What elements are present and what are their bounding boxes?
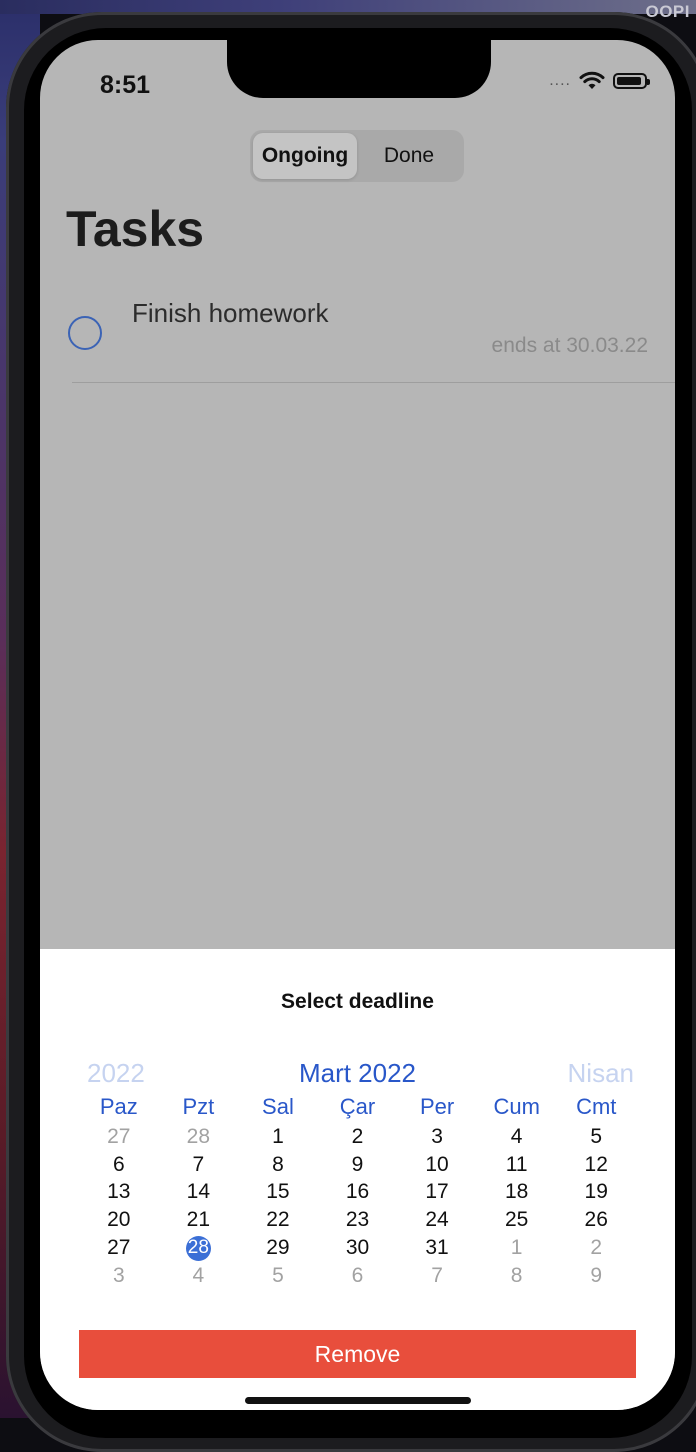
task-title: Finish homework [132,298,329,328]
calendar-day[interactable]: 3 [79,1262,159,1290]
weekday-label: Per [419,1094,455,1119]
wifi-icon [579,71,605,89]
calendar-day[interactable]: 8 [238,1151,318,1179]
weekday-label: Cmt [576,1094,617,1119]
calendar-weekdays: Paz Pzt Sal Çar Per Cum Cmt [79,1094,636,1120]
calendar-day[interactable]: 4 [477,1123,557,1151]
calendar-day[interactable]: 10 [397,1151,477,1179]
calendar-day[interactable]: 22 [238,1206,318,1234]
calendar-day[interactable]: 9 [556,1262,636,1290]
calendar-next-month[interactable]: Nisan [568,1058,634,1089]
calendar-day[interactable]: 20 [79,1206,159,1234]
calendar-day[interactable]: 23 [318,1206,398,1234]
calendar-day[interactable]: 5 [238,1262,318,1290]
calendar-day[interactable]: 25 [477,1206,557,1234]
calendar-day[interactable]: 8 [477,1262,557,1290]
calendar-day[interactable]: 18 [477,1179,557,1207]
calendar-day[interactable]: 30 [318,1234,398,1262]
calendar-day[interactable]: 21 [159,1206,239,1234]
calendar-day[interactable]: 28 [159,1234,239,1262]
calendar-day[interactable]: 9 [318,1151,398,1179]
calendar-day[interactable]: 6 [79,1151,159,1179]
home-indicator [245,1397,471,1404]
task-row[interactable]: Finish homework ends at 30.03.22 [40,284,675,384]
phone-screen: 8:51 .... Ongoing Done Tasks Finish home… [40,40,675,1410]
signal-icon: .... [549,72,571,89]
calendar-day[interactable]: 1 [238,1123,318,1151]
task-deadline: ends at 30.03.22 [491,334,648,357]
calendar-day[interactable]: 27 [79,1123,159,1151]
segment-done[interactable]: Done [357,133,461,179]
calendar-day[interactable]: 16 [318,1179,398,1207]
calendar-day[interactable]: 6 [318,1262,398,1290]
weekday-label: Sal [262,1094,294,1119]
task-checkbox-icon[interactable] [68,316,102,350]
calendar-day[interactable]: 7 [397,1262,477,1290]
battery-icon [613,73,650,89]
segmented-control: Ongoing Done [250,130,464,182]
segment-ongoing[interactable]: Ongoing [253,133,357,179]
calendar-day[interactable]: 15 [238,1179,318,1207]
calendar-day[interactable]: 14 [159,1179,239,1207]
calendar-grid: 27 28 1 2 3 4 5 6 7 8 9 10 11 12 13 14 15 16 17 18 19 20 21 22 2… [79,1123,636,1290]
calendar-day[interactable]: 5 [556,1123,636,1151]
corner-label: OOPI [645,2,690,21]
weekday-label: Pzt [182,1094,215,1119]
calendar-header: 2022 Mart 2022 Nisan [40,1058,675,1092]
calendar-day[interactable]: 13 [79,1179,159,1207]
notch [227,40,491,98]
weekday-label: Çar [339,1094,376,1119]
calendar-day[interactable]: 1 [477,1234,557,1262]
status-time: 8:51 [100,71,151,99]
calendar-day[interactable]: 31 [397,1234,477,1262]
calendar-day[interactable]: 17 [397,1179,477,1207]
calendar-day[interactable]: 11 [477,1151,557,1179]
weekday-label: Cum [493,1094,540,1119]
calendar-day[interactable]: 12 [556,1151,636,1179]
calendar-day[interactable]: 19 [556,1179,636,1207]
status-icons: .... [549,71,650,91]
calendar-day[interactable]: 2 [556,1234,636,1262]
calendar-day[interactable]: 7 [159,1151,239,1179]
calendar-day[interactable]: 24 [397,1206,477,1234]
remove-button[interactable]: Remove [79,1330,636,1378]
sheet-title: Select deadline [281,990,434,1013]
calendar-day[interactable]: 27 [79,1234,159,1262]
calendar-day[interactable]: 26 [556,1206,636,1234]
calendar-day[interactable]: 3 [397,1123,477,1151]
task-divider [72,382,675,383]
calendar-day[interactable]: 29 [238,1234,318,1262]
weekday-label: Paz [99,1094,138,1119]
calendar-day[interactable]: 4 [159,1262,239,1290]
page-title: Tasks [66,201,205,257]
calendar-day[interactable]: 2 [318,1123,398,1151]
calendar-day[interactable]: 28 [159,1123,239,1151]
deadline-sheet: Select deadline 2022 Mart 2022 Nisan Paz… [40,949,675,1410]
